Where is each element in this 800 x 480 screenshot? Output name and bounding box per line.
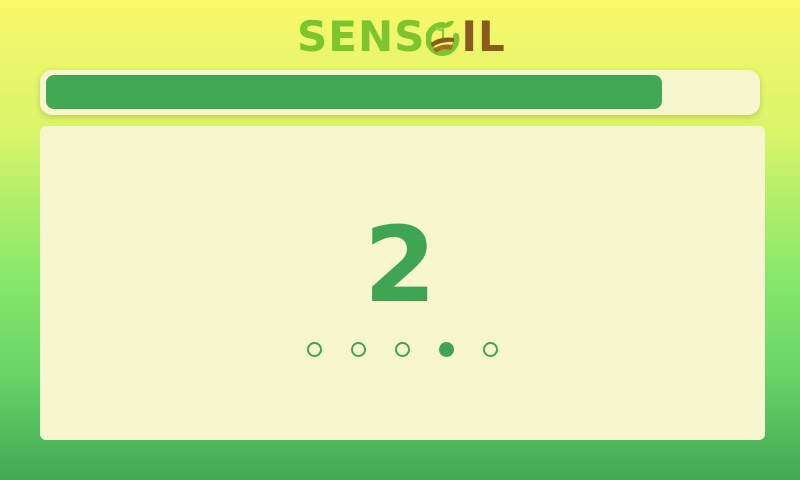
step-indicator	[307, 342, 498, 357]
step-dot	[307, 342, 322, 357]
logo-text-sens: SENS	[297, 12, 426, 61]
logo-field-sprout-icon	[426, 14, 460, 60]
progress-bar	[40, 70, 760, 115]
step-dot	[439, 342, 454, 357]
step-dot	[351, 342, 366, 357]
step-dot	[483, 342, 498, 357]
step-dot	[395, 342, 410, 357]
countdown-number: 2	[363, 204, 437, 326]
progress-bar-fill	[46, 75, 662, 109]
sensoil-logo: SENS IL	[297, 14, 506, 60]
logo-text-il: IL	[461, 12, 506, 61]
